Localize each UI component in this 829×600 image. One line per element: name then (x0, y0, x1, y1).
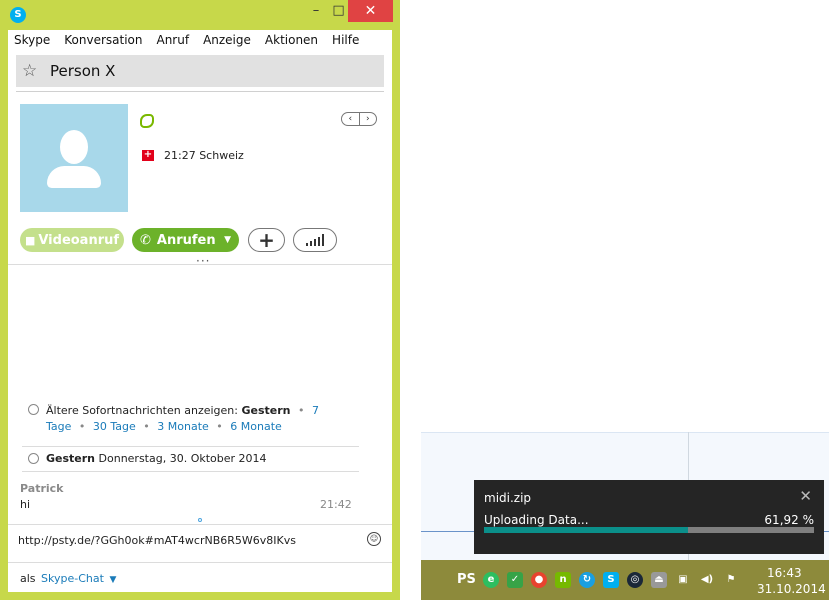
date-header: Gestern Donnerstag, 30. Oktober 2014 (28, 452, 267, 465)
chevron-right-icon[interactable]: › (360, 113, 377, 125)
skype-tray-icon[interactable]: S (603, 572, 619, 588)
message-text: hi (20, 498, 31, 511)
network-tray-icon[interactable]: ▣ (675, 572, 691, 588)
upload-percent: 61,92 % (764, 513, 814, 527)
chevron-left-icon[interactable]: ‹ (342, 113, 360, 125)
divider (8, 562, 392, 563)
divider (8, 524, 392, 525)
avatar-body-shape (47, 166, 101, 188)
separator-dot: • (216, 420, 223, 433)
skype-window: S – □ ✕ Skype Konversation Anruf Anzeige… (0, 0, 400, 600)
volume-tray-icon[interactable]: ◀) (699, 572, 715, 588)
conversation-pane: Skype Konversation Anruf Anzeige Aktione… (8, 30, 392, 592)
divider (22, 446, 359, 447)
video-camera-icon: ■ (24, 233, 36, 247)
video-call-label: Videoanruf (38, 232, 120, 248)
menu-anzeige[interactable]: Anzeige (203, 33, 251, 47)
phone-icon: ✆ (140, 232, 151, 248)
star-icon[interactable]: ☆ (22, 61, 42, 81)
chevron-down-icon[interactable]: ▼ (224, 235, 231, 245)
avatar-head-shape (60, 130, 88, 164)
divider (22, 471, 359, 472)
contact-name: Person X (50, 62, 116, 80)
call-button[interactable]: ✆ Anrufen ▼ (132, 228, 239, 252)
minimize-button[interactable]: – (303, 0, 329, 22)
steam-tray-icon[interactable]: ◎ (627, 572, 643, 588)
plus-icon: + (258, 228, 275, 252)
clock-icon (28, 404, 39, 415)
chat-mode-selector: als Skype-Chat ▼ (20, 572, 116, 585)
upload-progress-bar (484, 527, 814, 533)
signal-bars-icon (306, 234, 324, 246)
add-button[interactable]: + (248, 228, 285, 252)
upload-progress-fill (484, 527, 689, 533)
usb-tray-icon[interactable]: ⏏ (651, 572, 667, 588)
menu-anruf[interactable]: Anruf (156, 33, 189, 47)
local-time: 21:27 Schweiz (164, 149, 244, 162)
video-call-button[interactable]: ■ Videoanruf (20, 228, 124, 252)
clock-time[interactable]: 16:43 (767, 566, 802, 580)
chat-input[interactable] (18, 531, 358, 549)
contact-header: ☆ Person X (16, 55, 384, 87)
close-icon[interactable]: ✕ (799, 487, 812, 505)
typing-indicator (198, 518, 202, 522)
nvidia-tray-icon[interactable]: n (555, 572, 571, 588)
menu-bar: Skype Konversation Anruf Anzeige Aktione… (8, 30, 392, 50)
evernote-tray-icon[interactable]: e (483, 572, 499, 588)
online-status-icon (140, 114, 154, 128)
switzerland-flag-icon: + (142, 149, 154, 161)
contact-nav-arrows[interactable]: ‹ › (341, 112, 377, 126)
skype-logo-icon: S (10, 7, 26, 23)
upload-notification: midi.zip ✕ Uploading Data... 61,92 % (474, 480, 824, 554)
chevron-down-icon[interactable]: ▼ (109, 575, 116, 585)
date-header-day: Gestern (46, 452, 96, 465)
history-prefix: Ältere Sofortnachrichten anzeigen: (46, 404, 238, 417)
history-selector: Ältere Sofortnachrichten anzeigen: Geste… (28, 403, 330, 435)
history-option-30-days[interactable]: 30 Tage (93, 420, 136, 433)
history-option-6-months[interactable]: 6 Monate (230, 420, 282, 433)
powershell-tray-icon[interactable]: PS (457, 572, 476, 588)
call-label: Anrufen (156, 232, 216, 248)
divider (8, 264, 392, 265)
menu-konversation[interactable]: Konversation (64, 33, 142, 47)
date-header-full: Donnerstag, 30. Oktober 2014 (98, 452, 267, 465)
maximize-button[interactable]: □ (329, 0, 348, 22)
chat-mode-dropdown[interactable]: Skype-Chat (41, 572, 104, 585)
clock-date[interactable]: 31.10.2014 (757, 582, 826, 596)
call-quality-button[interactable] (293, 228, 337, 252)
taskbar: PS e ✓ ● n ↻ S ◎ ⏏ ▣ ◀) ⚑ 16:43 31.10.20… (421, 560, 829, 600)
menu-skype[interactable]: Skype (14, 33, 50, 47)
upload-filename: midi.zip (484, 491, 532, 505)
separator-dot: • (78, 420, 86, 433)
upload-status: Uploading Data... (484, 513, 589, 527)
history-option-yesterday[interactable]: Gestern (241, 404, 290, 417)
menu-aktionen[interactable]: Aktionen (265, 33, 318, 47)
action-center-flag-icon[interactable]: ⚑ (723, 572, 739, 588)
avatar[interactable] (20, 104, 128, 212)
checkmark-tray-icon[interactable]: ✓ (507, 572, 523, 588)
separator-dot: • (298, 404, 305, 417)
divider (16, 91, 384, 92)
sync-tray-icon[interactable]: ↻ (579, 572, 595, 588)
separator-dot: • (143, 420, 150, 433)
history-option-3-months[interactable]: 3 Monate (157, 420, 209, 433)
message-sender: Patrick (20, 482, 64, 495)
menu-hilfe[interactable]: Hilfe (332, 33, 359, 47)
expand-handle[interactable]: ··· (196, 254, 210, 268)
message-time: 21:42 (320, 498, 352, 511)
close-button[interactable]: ✕ (348, 0, 393, 22)
clock-icon (28, 453, 39, 464)
chat-mode-prefix: als (20, 572, 36, 585)
emoticon-icon[interactable]: ☺ (367, 532, 381, 546)
chrome-tray-icon[interactable]: ● (531, 572, 547, 588)
